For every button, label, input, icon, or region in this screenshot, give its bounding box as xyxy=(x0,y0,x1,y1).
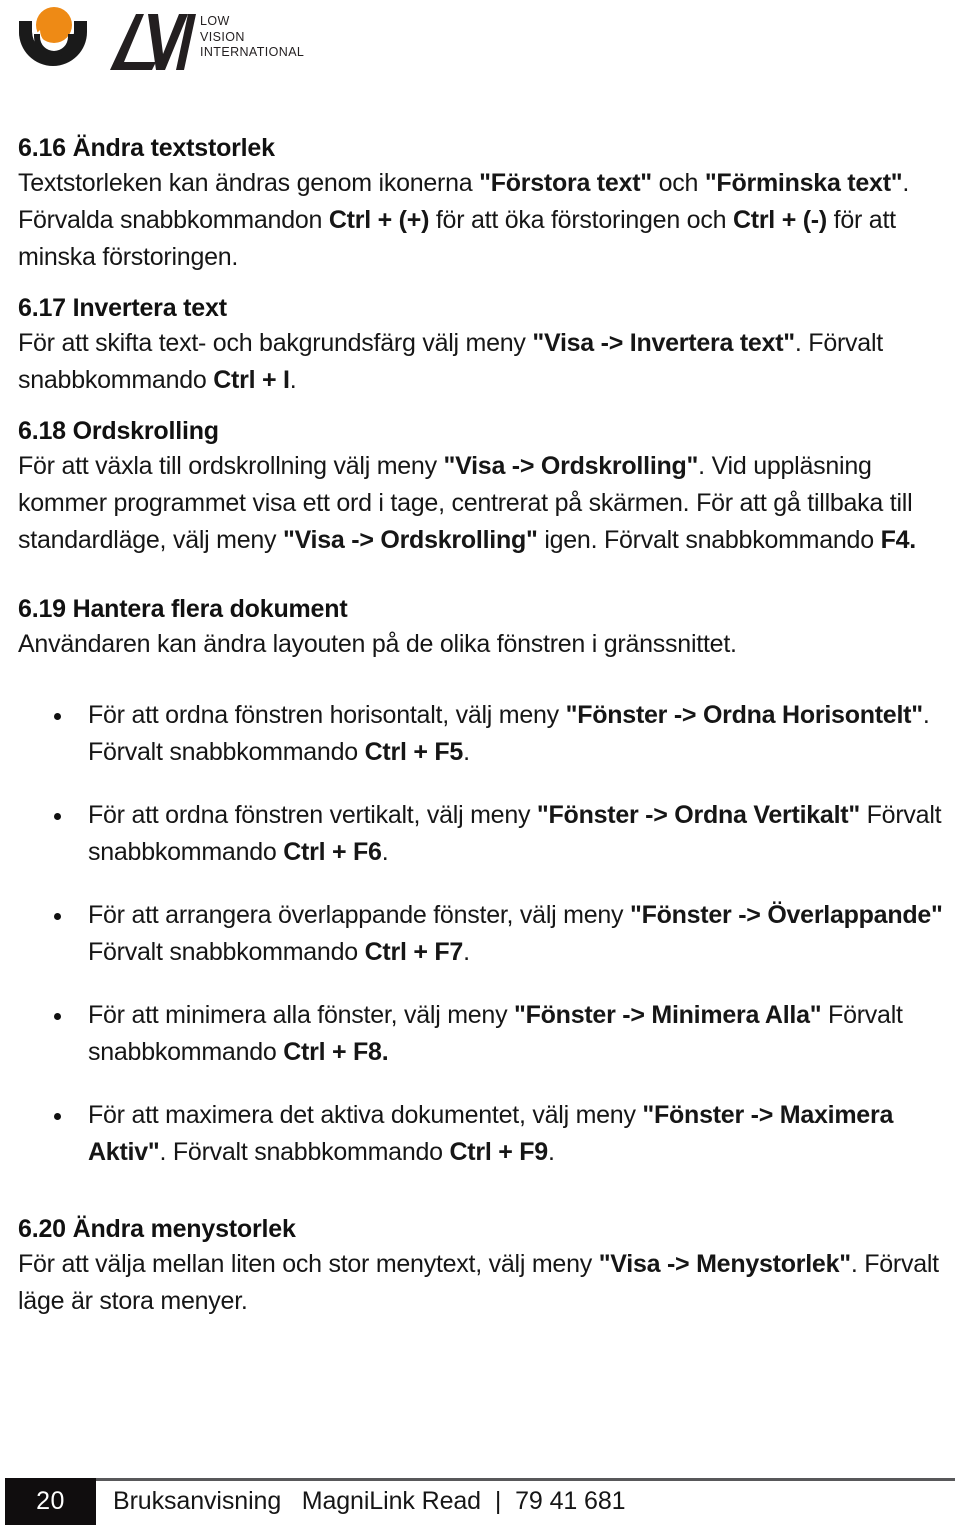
page-footer: 20 Bruksanvisning MagniLink Read | 79 41… xyxy=(0,1476,960,1530)
section-heading-6-17: 6.17 Invertera text xyxy=(18,294,227,322)
footer-separator: | xyxy=(494,1487,502,1515)
page-number-badge: 20 xyxy=(5,1478,96,1525)
footer-article-number: 79 41 681 xyxy=(515,1487,626,1515)
section-heading-6-18: 6.18 Ordskrolling xyxy=(18,417,219,445)
section-paragraph-6-20: För att välja mellan liten och stor meny… xyxy=(18,1250,939,1315)
section-heading-6-20: 6.20 Ändra menystorlek xyxy=(18,1215,296,1243)
lvi-tagline: LOW VISION INTERNATIONAL xyxy=(200,14,304,61)
section-paragraph-6-17: För att skifta text- och bakgrundsfärg v… xyxy=(18,329,883,394)
document-body: 6.16 Ändra textstorlek Textstorleken kan… xyxy=(18,132,952,1320)
lvi-logo: LOW VISION INTERNATIONAL xyxy=(14,4,314,74)
footer-caption: Bruksanvisning MagniLink Read | 79 41 68… xyxy=(113,1478,626,1525)
list-item: För att ordna fönstren horisontalt, välj… xyxy=(18,697,952,771)
section-paragraph-6-16: Textstorleken kan ändras genom ikonerna … xyxy=(18,169,910,271)
section-heading-6-19: 6.19 Hantera flera dokument xyxy=(18,595,348,623)
list-item: För att maximera det aktiva dokumentet, … xyxy=(18,1097,952,1171)
window-layout-bullet-list: För att ordna fönstren horisontalt, välj… xyxy=(18,697,952,1171)
list-item: För att arrangera överlappande fönster, … xyxy=(18,897,952,971)
lvi-tagline-line-2: VISION xyxy=(200,29,245,44)
section-paragraph-6-18: För att växla till ordskrollning välj me… xyxy=(18,452,916,554)
lvi-tagline-line-3: INTERNATIONAL xyxy=(200,45,305,59)
lvi-logo-mark-icon xyxy=(14,4,106,68)
section-paragraph-6-19: Användaren kan ändra layouten på de olik… xyxy=(18,630,737,658)
lvi-tagline-line-1: LOW xyxy=(200,14,230,28)
footer-manual-label: Bruksanvisning xyxy=(113,1487,282,1515)
list-item: För att ordna fönstren vertikalt, välj m… xyxy=(18,797,952,871)
list-item: För att minimera alla fönster, välj meny… xyxy=(18,997,952,1071)
section-heading-6-16: 6.16 Ändra textstorlek xyxy=(18,134,275,162)
footer-product-name: MagniLink Read xyxy=(301,1487,481,1515)
